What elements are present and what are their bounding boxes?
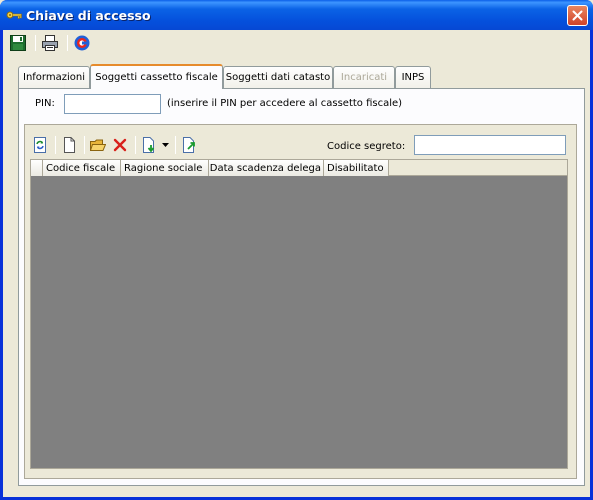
main-toolbar <box>7 32 96 54</box>
reload-icon <box>34 137 46 153</box>
pin-label: PIN: <box>35 98 55 109</box>
close-icon <box>572 10 583 21</box>
row-selector-header <box>31 160 43 176</box>
reload-button[interactable] <box>30 135 50 155</box>
close-button[interactable] <box>567 5 588 26</box>
open-folder-icon <box>90 139 106 151</box>
subjects-panel: Codice segreto: Codice fiscale Ragione s… <box>24 124 577 479</box>
tab-informazioni[interactable]: Informazioni <box>18 66 90 88</box>
toolbar-separator <box>55 136 56 154</box>
tab-label: Informazioni <box>23 72 85 83</box>
tab-label: INPS <box>401 72 425 83</box>
import-button[interactable] <box>139 135 159 155</box>
new-document-icon <box>64 137 75 153</box>
import-dropdown[interactable] <box>161 135 169 155</box>
export-document-icon <box>183 137 195 153</box>
open-button[interactable] <box>88 135 108 155</box>
grid-header-filler <box>389 160 567 175</box>
secret-code-input[interactable] <box>414 135 566 155</box>
chevron-down-icon <box>161 143 169 147</box>
toolbar-separator <box>84 136 85 154</box>
column-header-disabilitato[interactable]: Disabilitato <box>324 160 389 176</box>
export-button[interactable] <box>179 135 199 155</box>
pin-input[interactable] <box>64 94 161 114</box>
tab-incaricati: Incaricati <box>333 66 395 88</box>
delete-button[interactable] <box>110 135 130 155</box>
toolbar-separator <box>175 136 176 154</box>
save-button[interactable] <box>7 33 29 53</box>
import-document-icon <box>143 137 155 153</box>
tab-soggetti-cassetto-fiscale[interactable]: Soggetti cassetto fiscale <box>90 64 223 89</box>
window-title: Chiave di accesso <box>26 8 151 23</box>
print-icon <box>42 35 58 51</box>
new-button[interactable] <box>59 135 79 155</box>
tab-label: Soggetti dati catasto <box>225 72 331 83</box>
column-header-ragione-sociale[interactable]: Ragione sociale <box>121 160 209 176</box>
key-icon <box>6 8 22 22</box>
title-bar[interactable]: Chiave di accesso <box>0 0 593 30</box>
tab-panel-soggetti-cassetto-fiscale: PIN: (inserire il PIN per accedere al ca… <box>18 88 585 486</box>
toolbar-separator <box>135 136 136 154</box>
delete-x-icon <box>113 138 127 152</box>
subjects-grid[interactable]: Codice fiscale Ragione sociale Data scad… <box>30 159 568 469</box>
toolbar-separator <box>67 35 68 51</box>
grid-header: Codice fiscale Ragione sociale Data scad… <box>31 160 567 176</box>
column-header-codice-fiscale[interactable]: Codice fiscale <box>43 160 121 176</box>
column-header-data-scadenza-delega[interactable]: Data scadenza delega <box>209 160 324 176</box>
tab-label: Incaricati <box>340 72 388 83</box>
print-button[interactable] <box>39 33 61 53</box>
tab-label: Soggetti cassetto fiscale <box>95 72 218 83</box>
toolbar-separator <box>35 35 36 51</box>
subjects-toolbar <box>30 133 201 157</box>
save-icon <box>10 35 26 51</box>
tab-inps[interactable]: INPS <box>395 66 431 88</box>
refresh-circle-icon <box>74 35 90 51</box>
secret-code-label: Codice segreto: <box>327 141 406 152</box>
pin-hint: (inserire il PIN per accedere al cassett… <box>167 98 403 109</box>
main-window: Chiave di accesso Informazioni Soggetti … <box>0 0 593 500</box>
tab-soggetti-dati-catasto[interactable]: Soggetti dati catasto <box>223 66 333 88</box>
refresh-button[interactable] <box>71 33 93 53</box>
